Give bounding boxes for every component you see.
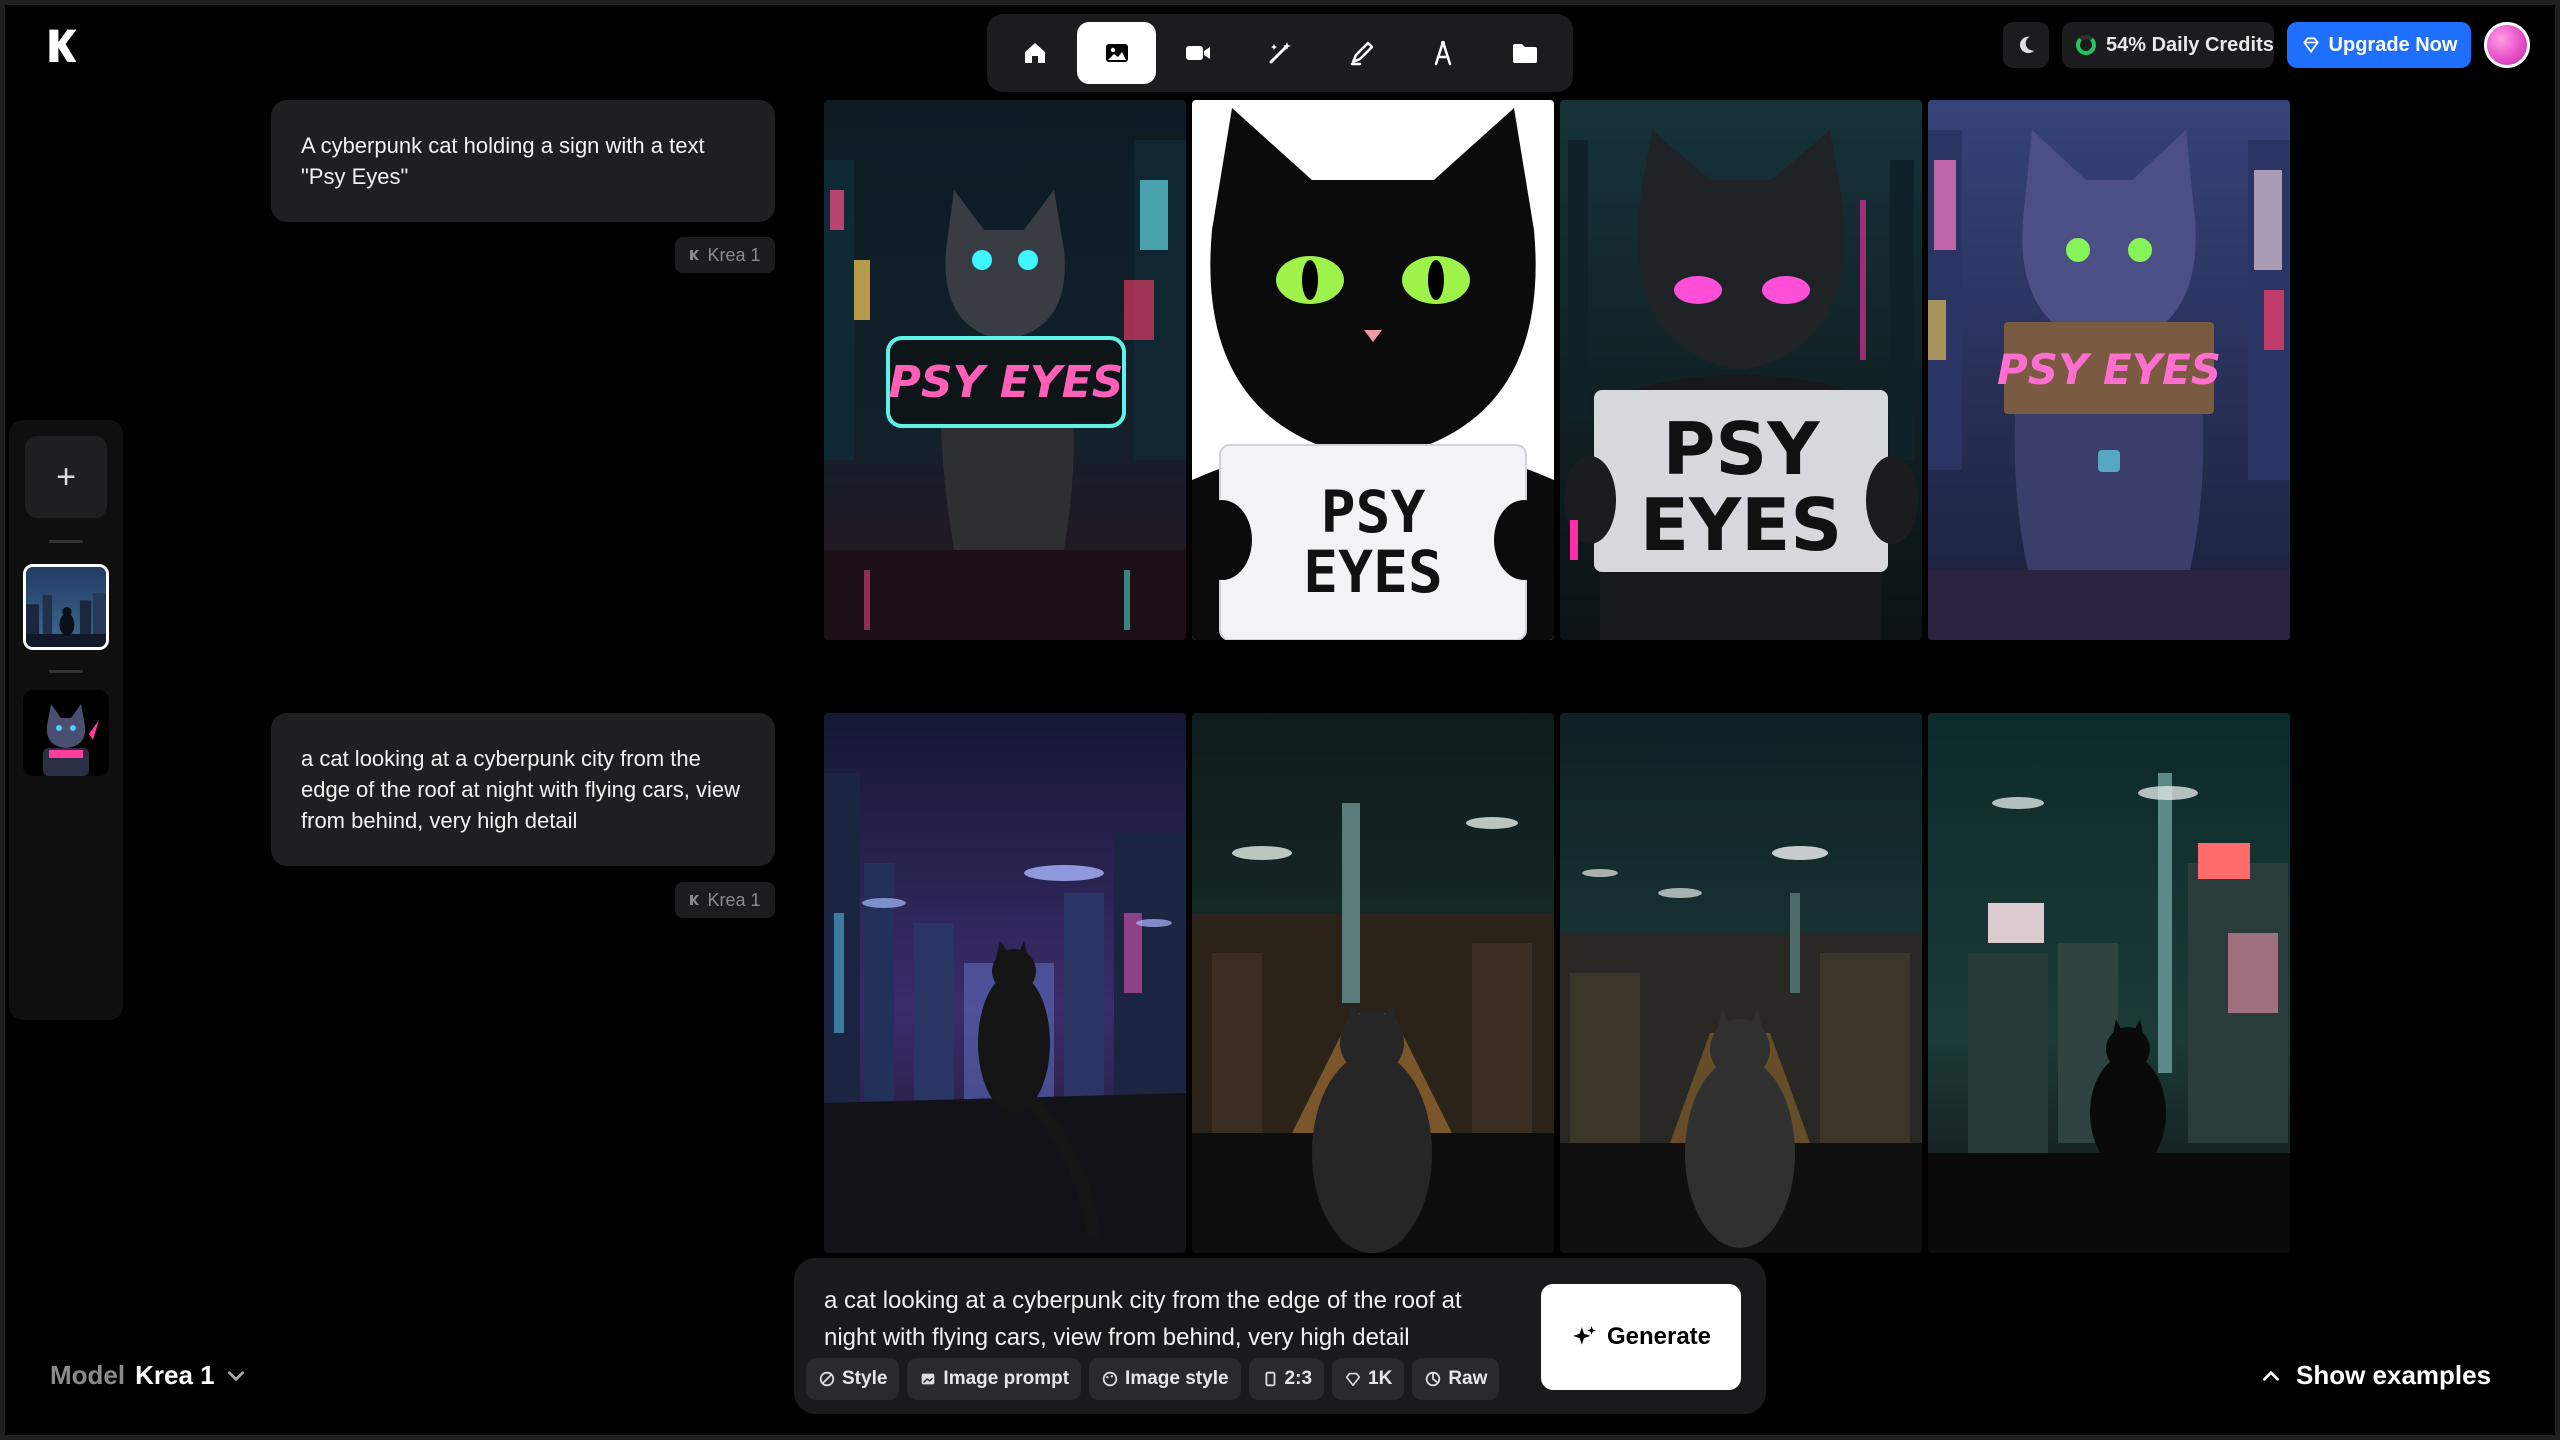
aspect-ratio-chip[interactable]: 2:3: [1248, 1358, 1325, 1400]
tool-assets[interactable]: [1485, 22, 1565, 84]
show-examples-button[interactable]: Show examples: [2260, 1360, 2491, 1391]
enhance-icon: [1269, 42, 1292, 64]
credits-progress-icon: [2076, 35, 2096, 55]
show-examples-label: Show examples: [2296, 1360, 2492, 1390]
generate-button[interactable]: Generate: [1541, 1284, 1741, 1390]
generated-image[interactable]: [1192, 713, 1554, 1253]
prompt-text: A cyberpunk cat holding a sign with a te…: [301, 133, 705, 189]
sign-text: EYES: [1303, 538, 1443, 606]
sign-text: PSY EYES: [1997, 345, 2221, 394]
upgrade-label: Upgrade Now: [2328, 33, 2458, 56]
generate-label: Generate: [1606, 1323, 1712, 1350]
image-prompt-chip[interactable]: Image prompt: [907, 1358, 1082, 1400]
sign-text: PSY: [1321, 478, 1426, 546]
model-label: Model: [50, 1360, 126, 1390]
sparkle-icon: [1573, 1326, 1596, 1345]
rail-divider: [49, 670, 83, 673]
folder-icon: [1513, 44, 1538, 63]
chevron-down-icon: [227, 1370, 244, 1381]
tool-home[interactable]: [995, 22, 1075, 84]
generated-image[interactable]: PSY EYES: [1560, 100, 1922, 640]
image-prompt-icon: [922, 1373, 935, 1385]
user-avatar[interactable]: [2484, 22, 2530, 68]
video-icon: [1186, 46, 1211, 60]
generated-image[interactable]: PSY EYES: [1928, 100, 2290, 640]
daily-credits[interactable]: 54% Daily Credits: [2062, 22, 2274, 68]
model-tag: Krea 1: [675, 237, 775, 273]
generated-image[interactable]: [1928, 713, 2290, 1253]
new-session-button[interactable]: +: [25, 436, 107, 518]
prompt-composer: a cat looking at a cyberpunk city from t…: [794, 1258, 1766, 1414]
composer-options: Style Image prompt Image style 2:3 1K Ra…: [806, 1358, 1500, 1400]
upgrade-button[interactable]: Upgrade Now: [2287, 22, 2471, 68]
resolution-chip[interactable]: 1K: [1332, 1358, 1405, 1400]
style-icon: [819, 1371, 835, 1387]
train-icon: [1435, 40, 1452, 66]
sign-text: PSY: [1663, 407, 1821, 491]
sign-text: PSY EYES: [889, 357, 1124, 408]
prompt-input[interactable]: a cat looking at a cyberpunk city from t…: [824, 1282, 1484, 1356]
palette-icon: [1102, 1371, 1118, 1387]
prompt-text: a cat looking at a cyberpunk city from t…: [301, 746, 741, 833]
generated-image[interactable]: [1560, 713, 1922, 1253]
tool-image[interactable]: [1076, 22, 1157, 84]
raw-icon: [1426, 1371, 1441, 1387]
tool-train[interactable]: [1404, 22, 1484, 84]
model-value: Krea 1: [135, 1360, 215, 1390]
krea-logo[interactable]: [44, 26, 80, 66]
home-icon: [1024, 43, 1045, 63]
history-rail: +: [9, 420, 123, 1020]
diamond-icon: [2302, 37, 2319, 53]
tool-video[interactable]: [1158, 22, 1238, 84]
krea-mini-icon: [690, 895, 700, 905]
krea-mini-icon: [690, 250, 700, 260]
rail-divider: [49, 540, 83, 543]
aspect-ratio-icon: [1265, 1371, 1275, 1387]
chevron-up-icon: [2263, 1370, 2279, 1381]
style-chip[interactable]: Style: [806, 1358, 900, 1400]
tool-edit[interactable]: [1322, 22, 1402, 84]
generated-image[interactable]: PSY EYES: [824, 100, 1186, 640]
plus-icon: +: [56, 457, 76, 496]
prompt-bubble: a cat looking at a cyberpunk city from t…: [271, 713, 775, 866]
history-thumbnail-city[interactable]: [23, 564, 109, 650]
generated-image[interactable]: [824, 713, 1186, 1253]
sign-text: EYES: [1640, 483, 1842, 567]
model-tag: Krea 1: [675, 882, 775, 918]
image-style-chip[interactable]: Image style: [1089, 1358, 1241, 1400]
raw-chip[interactable]: Raw: [1412, 1358, 1500, 1400]
moon-icon: [2019, 36, 2035, 54]
image-icon: [1105, 44, 1128, 62]
generated-image[interactable]: PSY EYES: [1192, 100, 1554, 640]
theme-toggle-button[interactable]: [2003, 22, 2049, 68]
model-selector[interactable]: Model Krea 1: [50, 1360, 247, 1391]
top-toolbar: [987, 14, 1573, 92]
credits-label: 54% Daily Credits: [2106, 33, 2274, 56]
prompt-bubble: A cyberpunk cat holding a sign with a te…: [271, 100, 775, 222]
history-thumbnail-cat[interactable]: [23, 690, 109, 776]
resolution-icon: [1345, 1372, 1361, 1387]
edit-icon: [1350, 41, 1373, 66]
tool-enhance[interactable]: [1240, 22, 1320, 84]
